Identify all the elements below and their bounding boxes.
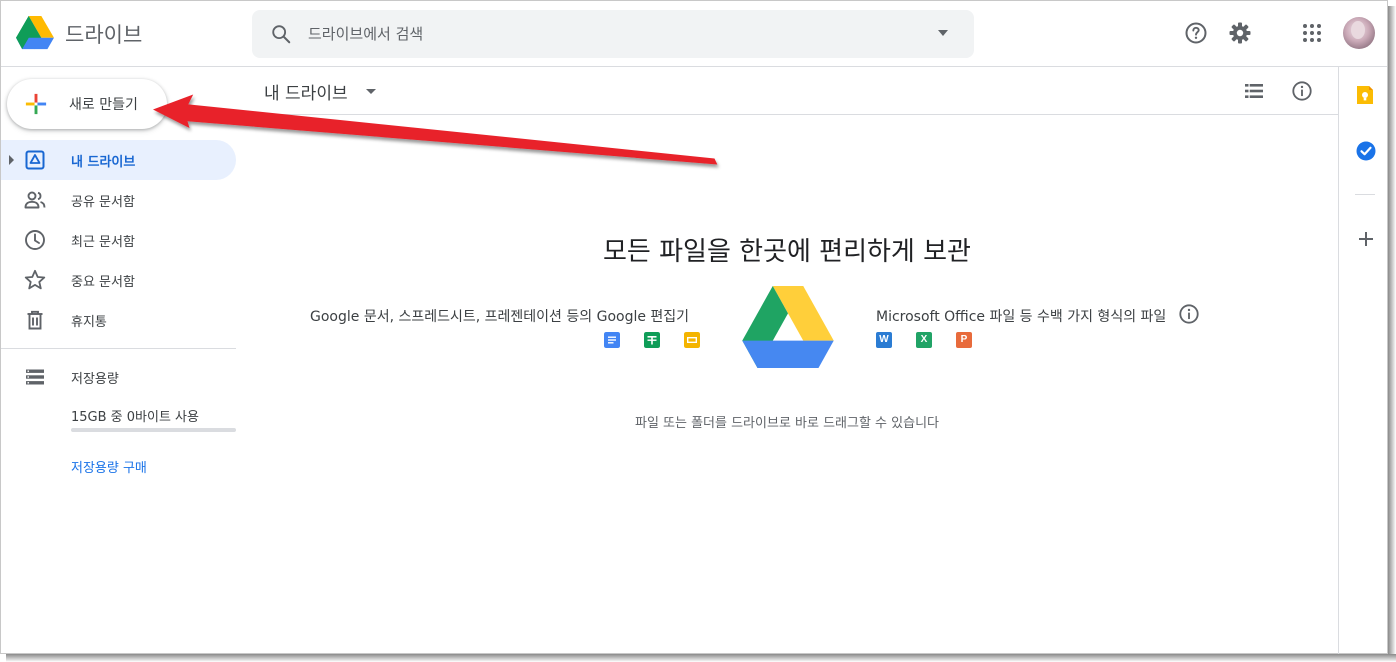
info-icon[interactable] bbox=[1178, 303, 1200, 325]
chevron-down-icon[interactable] bbox=[366, 89, 376, 94]
help-icon[interactable] bbox=[1184, 21, 1208, 45]
excel-icon: X bbox=[916, 332, 932, 348]
sidebar-item-label: 공유 문서함 bbox=[71, 195, 135, 210]
browser-window: 드라이브 드라이브에서 검색 새로 만들기 내 드라이브 공유 문서함 최근 문… bbox=[0, 0, 1388, 654]
list-view-icon[interactable] bbox=[1244, 81, 1264, 101]
plus-multicolor-icon bbox=[25, 93, 47, 115]
search-icon[interactable] bbox=[270, 23, 292, 45]
docs-icon bbox=[604, 332, 620, 348]
powerpoint-icon: P bbox=[956, 332, 972, 348]
star-icon bbox=[24, 269, 46, 290]
storage-icon bbox=[26, 369, 44, 385]
storage-usage-text: 15GB 중 0바이트 사용 bbox=[71, 410, 199, 425]
sidebar-item-shared[interactable]: 공유 문서함 bbox=[1, 180, 236, 220]
page-title[interactable]: 내 드라이브 bbox=[264, 79, 348, 104]
drag-drop-hint: 파일 또는 폴더를 드라이브로 바로 드래그할 수 있습니다 bbox=[634, 416, 939, 431]
storage-bar bbox=[71, 428, 236, 432]
sidebar-item-starred[interactable]: 중요 문서함 bbox=[1, 260, 236, 300]
drive-logo-icon[interactable] bbox=[16, 16, 54, 50]
word-icon: W bbox=[876, 332, 892, 348]
search-bar[interactable] bbox=[252, 10, 974, 58]
trash-icon bbox=[27, 310, 43, 330]
search-input[interactable] bbox=[308, 10, 908, 58]
sidebar-item-recent[interactable]: 최근 문서함 bbox=[1, 220, 236, 260]
expand-arrow-icon[interactable] bbox=[9, 155, 14, 165]
buy-storage-link[interactable]: 저장용량 구매 bbox=[71, 457, 147, 476]
settings-icon[interactable] bbox=[1228, 21, 1252, 45]
sidebar-item-my-drive[interactable]: 내 드라이브 bbox=[1, 140, 236, 180]
add-icon[interactable] bbox=[1358, 231, 1374, 247]
side-panel bbox=[1338, 67, 1387, 654]
google-editors-text: Google 문서, 스프레드시트, 프레젠테이션 등의 Google 편집기 bbox=[310, 309, 690, 325]
account-avatar[interactable] bbox=[1343, 17, 1375, 49]
empty-state-title: 모든 파일을 한곳에 편리하게 보관 bbox=[603, 237, 971, 267]
sidebar-divider bbox=[1, 348, 236, 349]
drive-large-logo-icon bbox=[742, 286, 834, 368]
slides-icon bbox=[684, 332, 700, 348]
new-button[interactable]: 새로 만들기 bbox=[7, 79, 167, 129]
sidebar-item-label: 최근 문서함 bbox=[71, 235, 135, 250]
window-shadow bbox=[1388, 6, 1396, 662]
new-button-label: 새로 만들기 bbox=[69, 97, 138, 113]
clock-icon bbox=[25, 230, 45, 250]
window-shadow bbox=[6, 654, 1396, 662]
app-title[interactable]: 드라이브 bbox=[65, 19, 142, 49]
storage-title: 저장용량 bbox=[71, 372, 119, 387]
tasks-icon[interactable] bbox=[1356, 141, 1376, 161]
side-panel-divider bbox=[1355, 194, 1375, 195]
sidebar-item-label: 내 드라이브 bbox=[71, 155, 136, 170]
sidebar-item-label: 중요 문서함 bbox=[71, 275, 135, 290]
info-icon[interactable] bbox=[1291, 80, 1313, 102]
sidebar-item-label: 휴지통 bbox=[71, 315, 107, 330]
office-files-text: Microsoft Office 파일 등 수백 가지 형식의 파일 bbox=[876, 309, 1167, 325]
apps-grid-icon[interactable] bbox=[1300, 21, 1324, 45]
keep-icon[interactable] bbox=[1356, 85, 1374, 105]
sheets-icon bbox=[644, 332, 660, 348]
search-options-icon[interactable] bbox=[938, 30, 948, 36]
sidebar-item-trash[interactable]: 휴지통 bbox=[1, 300, 236, 340]
top-header: 드라이브 bbox=[1, 1, 1387, 67]
shared-people-icon bbox=[24, 191, 46, 209]
main-divider bbox=[248, 114, 1338, 115]
my-drive-icon bbox=[25, 150, 45, 170]
